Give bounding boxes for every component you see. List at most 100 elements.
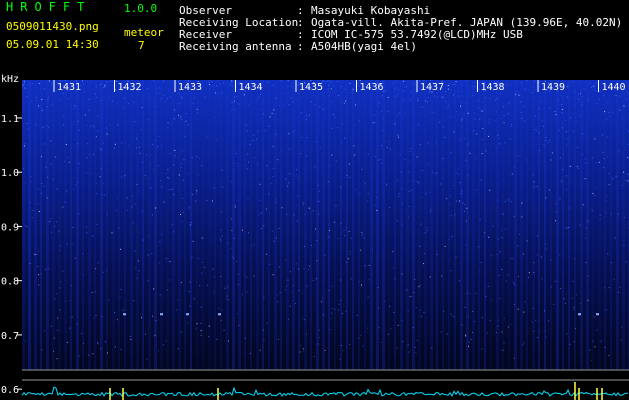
noise-speck [401, 224, 403, 226]
noise-speck [398, 196, 400, 198]
noise-speck [134, 250, 136, 252]
y-tick-label: 0.8 [1, 277, 19, 288]
noise-speck [317, 343, 319, 345]
noise-speck [462, 202, 464, 204]
noise-speck [567, 86, 569, 88]
noise-speck [364, 265, 366, 267]
noise-speck [159, 294, 161, 296]
noise-speck [360, 334, 362, 336]
noise-speck [504, 228, 506, 230]
noise-speck [148, 235, 150, 237]
noise-speck [324, 349, 326, 351]
noise-speck [536, 254, 538, 256]
spectrogram-stripe [136, 80, 139, 370]
noise-speck [90, 125, 92, 127]
noise-speck [64, 160, 66, 162]
noise-speck [95, 268, 97, 270]
noise-speck [299, 351, 301, 353]
noise-speck [44, 330, 46, 332]
noise-speck [77, 181, 78, 183]
noise-speck [318, 329, 320, 331]
noise-speck [512, 282, 514, 284]
spectrogram-stripe [454, 80, 456, 370]
noise-speck [68, 161, 70, 163]
noise-speck [494, 100, 496, 101]
noise-speck [32, 210, 34, 212]
noise-speck [66, 243, 68, 245]
noise-speck [606, 136, 608, 138]
noise-speck [246, 277, 248, 279]
noise-speck [461, 190, 463, 192]
noise-speck [349, 344, 351, 345]
noise-speck [566, 333, 568, 335]
noise-speck [340, 85, 342, 87]
info-value: A504HB(yagi 4el) [311, 40, 417, 53]
noise-speck [582, 95, 584, 97]
noise-speck [415, 307, 417, 309]
noise-speck [275, 133, 277, 135]
noise-speck [618, 150, 620, 152]
noise-speck [396, 114, 398, 116]
noise-speck [328, 229, 330, 231]
meteor-count: 7 [138, 39, 145, 52]
noise-speck [345, 100, 347, 102]
noise-speck [619, 95, 621, 97]
noise-speck [285, 259, 287, 261]
noise-speck [587, 299, 589, 301]
noise-speck [419, 245, 421, 247]
noise-speck [423, 80, 425, 82]
noise-speck [563, 298, 565, 300]
noise-speck [501, 269, 503, 270]
noise-speck [411, 189, 412, 191]
noise-speck [407, 310, 409, 312]
noise-speck [408, 190, 410, 192]
noise-speck [401, 320, 403, 321]
spectrogram-stripe [112, 80, 115, 370]
noise-speck [433, 95, 435, 97]
noise-speck [128, 145, 130, 147]
spectrogram-stripe [352, 80, 354, 370]
noise-speck [571, 297, 573, 299]
noise-speck [242, 294, 243, 296]
noise-speck [503, 122, 505, 124]
noise-speck [506, 84, 508, 86]
noise-speck [41, 156, 42, 158]
noise-speck [266, 164, 268, 166]
noise-speck [141, 107, 143, 109]
noise-speck [180, 331, 182, 333]
noise-speck [380, 341, 382, 343]
noise-speck [396, 180, 398, 182]
noise-speck [579, 224, 581, 226]
noise-speck [293, 214, 295, 216]
noise-speck [444, 137, 446, 138]
noise-speck [548, 189, 550, 191]
noise-speck [432, 171, 434, 173]
noise-speck [325, 81, 327, 82]
noise-speck [300, 153, 302, 155]
noise-speck [410, 91, 412, 93]
noise-speck [387, 110, 389, 112]
noise-speck [596, 117, 598, 119]
noise-speck [450, 215, 452, 217]
noise-speck [200, 330, 202, 332]
noise-speck [566, 189, 568, 190]
noise-speck [445, 91, 447, 93]
noise-speck [510, 201, 512, 203]
noise-speck [480, 262, 482, 263]
noise-speck [302, 202, 304, 204]
noise-speck [531, 91, 533, 93]
noise-speck [353, 145, 355, 147]
noise-speck [480, 109, 482, 111]
noise-speck [447, 85, 449, 86]
noise-speck [279, 292, 281, 294]
spectrogram-stripe [316, 80, 319, 370]
noise-speck [301, 136, 303, 138]
noise-speck [450, 313, 452, 315]
noise-speck [288, 148, 290, 150]
noise-speck [467, 143, 469, 145]
noise-speck [147, 88, 148, 90]
noise-speck [363, 237, 365, 239]
noise-speck [71, 316, 73, 318]
noise-speck [63, 124, 65, 126]
noise-speck [196, 190, 198, 192]
